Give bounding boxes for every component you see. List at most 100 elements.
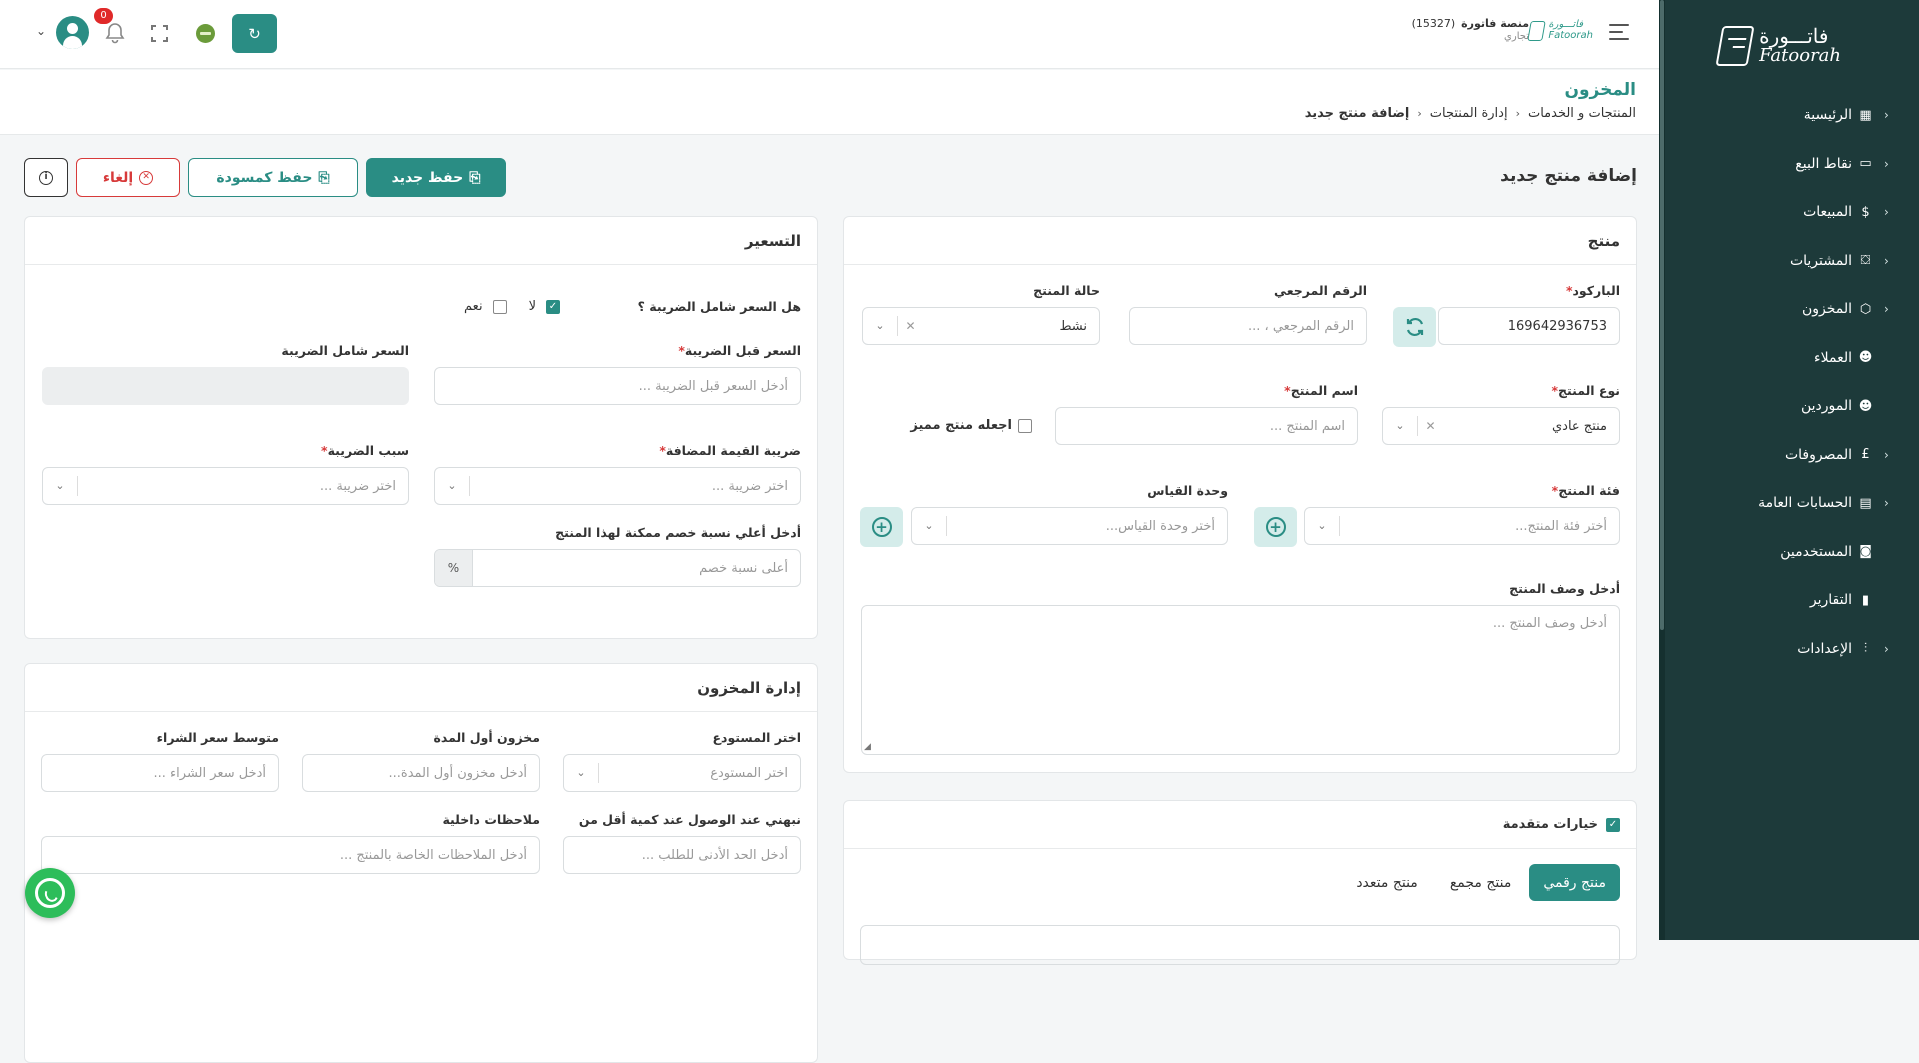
chevron-down-icon[interactable]: ⌄ xyxy=(43,476,77,496)
scrollbar-thumb[interactable] xyxy=(1660,0,1664,630)
save-new-button[interactable]: ⎘ حفظ جديد xyxy=(366,158,506,197)
barcode-input[interactable]: 169642936753 xyxy=(1438,307,1620,345)
plus-circle-icon: + xyxy=(1265,517,1286,537)
clear-icon[interactable]: ✕ xyxy=(897,316,923,336)
clear-icon[interactable]: ✕ xyxy=(1417,416,1443,436)
category-placeholder: أختر فئة المنتج... xyxy=(1515,518,1607,534)
breadcrumb-manage-products[interactable]: إدارة المنتجات xyxy=(1430,106,1508,121)
resize-grip-icon[interactable]: ◢ xyxy=(864,742,871,752)
reference-input[interactable]: الرقم المرجعي ، ... xyxy=(1129,307,1367,345)
warehouse-select[interactable]: اختر المستودع ⌄ xyxy=(563,754,801,792)
add-unit-button[interactable]: + xyxy=(860,507,903,547)
grid-icon: ▦ xyxy=(1859,107,1872,123)
sidebar-item-7[interactable]: £ المصروفات ‹ xyxy=(1659,431,1919,480)
sidebar-item-1[interactable]: ▭ نقاط البيع ‹ xyxy=(1659,140,1919,189)
chevron-down-icon[interactable]: ⌄ xyxy=(1305,516,1339,536)
max-discount-input[interactable]: أعلى نسبة خصم % xyxy=(434,549,801,587)
chevron-down-icon[interactable]: ⌄ xyxy=(435,476,469,496)
product-type-select[interactable]: منتج عادي ✕ ⌄ xyxy=(1382,407,1620,445)
status-select[interactable]: نشط ✕ ⌄ xyxy=(862,307,1100,345)
menu-toggle-icon[interactable] xyxy=(1609,24,1629,40)
product-name-input[interactable]: اسم المنتج ... xyxy=(1055,407,1358,445)
tax-reason-placeholder: اختر ضريبة ... xyxy=(319,478,396,494)
product-card-title: منتج xyxy=(844,217,1636,265)
add-category-button[interactable]: + xyxy=(1254,507,1297,547)
unit-select[interactable]: أختر وحدة القياس... ⌄ xyxy=(911,507,1228,545)
company-info[interactable]: منصة فاتورة (15327) تجاري xyxy=(1412,17,1529,43)
breadcrumb-current: إضافة منتج جديد xyxy=(1304,106,1410,121)
avg-purchase-price-input[interactable]: أدخل سعر الشراء ... xyxy=(41,754,279,792)
sidebar-item-4[interactable]: ⬡ المخزون ‹ xyxy=(1659,285,1919,334)
tab-digital-product[interactable]: منتج رقمي xyxy=(1529,864,1620,901)
sidebar-item-9[interactable]: ◙ المستخدمين xyxy=(1659,528,1919,577)
breadcrumb: المنتجات و الخدمات ‹ إدارة المنتجات ‹ إض… xyxy=(1305,106,1636,121)
fatoorah-logo-icon xyxy=(1715,26,1755,66)
close-circle-icon: ✕ xyxy=(139,170,154,185)
save-draft-button[interactable]: ⎘ حفظ كمسودة xyxy=(188,158,358,197)
sidebar-logo[interactable]: فاتـــورة Fatoorah xyxy=(1715,26,1841,66)
opening-stock-input[interactable]: أدخل مخزون أول المدة... xyxy=(302,754,540,792)
basket-icon: ⛋ xyxy=(1860,253,1871,269)
category-select[interactable]: أختر فئة المنتج... ⌄ xyxy=(1304,507,1620,545)
low-stock-alert-input[interactable]: أدخل الحد الأدنى للطلب ... xyxy=(563,836,801,874)
chevron-down-icon[interactable]: ⌄ xyxy=(912,516,946,536)
bell-icon[interactable] xyxy=(105,22,125,44)
generate-barcode-button[interactable] xyxy=(1393,307,1436,347)
product-type-label: نوع المنتج xyxy=(1558,383,1620,398)
sidebar-item-label: المستخدمين xyxy=(1780,543,1852,560)
notification-badge: 0 xyxy=(94,8,113,24)
sidebar-nav: ▦ الرئيسية ‹ ▭ نقاط البيع ‹ $ المبيعات ‹ ⛋ المشتري… xyxy=(1659,91,1919,673)
featured-checkbox-row[interactable]: اجعله منتج مميز xyxy=(910,418,1032,433)
sidebar-item-10[interactable]: ▮ التقارير xyxy=(1659,576,1919,625)
refresh-icon xyxy=(1406,317,1423,337)
no-checkbox[interactable]: ✓ xyxy=(546,299,560,314)
chevron-down-icon[interactable]: ⌄ xyxy=(564,763,598,783)
sidebar-scrollbar[interactable] xyxy=(1659,0,1665,940)
saudi-flag-icon[interactable] xyxy=(196,24,215,43)
tax-inclusive-no[interactable]: ✓ لا xyxy=(529,299,560,314)
advanced-options-header[interactable]: ✓ خيارات متقدمة xyxy=(844,801,1636,849)
description-textarea[interactable]: أدخل وصف المنتج ... ◢ xyxy=(861,605,1620,755)
chevron-left-icon: ‹ xyxy=(1884,641,1889,656)
chevron-down-icon[interactable]: ⌄ xyxy=(36,24,46,38)
advanced-options-checkbox[interactable]: ✓ xyxy=(1606,817,1620,832)
unit-label: وحدة القياس xyxy=(1147,483,1228,498)
sidebar-item-3[interactable]: ⛋ المشتريات ‹ xyxy=(1659,237,1919,286)
tab-variant-product[interactable]: منتج متعدد xyxy=(1342,864,1432,901)
sidebar-item-8[interactable]: ▤ الحسابات العامة ‹ xyxy=(1659,479,1919,528)
sidebar-item-5[interactable]: ☻ العملاء xyxy=(1659,334,1919,383)
tax-reason-select[interactable]: اختر ضريبة ... ⌄ xyxy=(42,467,409,505)
sidebar-item-label: المصروفات xyxy=(1784,446,1852,463)
yes-checkbox[interactable] xyxy=(492,299,507,314)
internal-notes-field: ملاحظات داخلية أدخل الملاحظات الخاصة بال… xyxy=(41,812,540,874)
cancel-button[interactable]: ✕ إلغاء xyxy=(76,158,180,197)
tax-inclusive-yes[interactable]: نعم xyxy=(464,299,507,314)
refresh-button[interactable]: ↻ xyxy=(232,14,277,53)
low-stock-alert-label: نبهني عند الوصول عند كمية أقل من xyxy=(578,812,801,827)
sidebar-item-0[interactable]: ▦ الرئيسية ‹ xyxy=(1659,91,1919,140)
refresh-icon: ↻ xyxy=(248,24,261,43)
price-before-tax-field: السعر قبل الضريبة* أدخل السعر قبل الضريب… xyxy=(434,343,801,405)
breadcrumb-chevron-icon: ‹ xyxy=(1515,107,1520,120)
price-before-tax-input[interactable]: أدخل السعر قبل الضريبة ... xyxy=(434,367,801,405)
tab-bundle-product[interactable]: منتج مجمع xyxy=(1436,864,1526,901)
sidebar-item-11[interactable]: ⫶ الإعدادات ‹ xyxy=(1659,625,1919,674)
sliders-icon: ⫶ xyxy=(1863,641,1868,657)
advanced-input-partial[interactable] xyxy=(860,925,1620,965)
fullscreen-icon[interactable] xyxy=(151,25,168,42)
avatar[interactable] xyxy=(56,16,89,49)
chevron-down-icon[interactable]: ⌄ xyxy=(1383,416,1417,436)
sidebar-item-2[interactable]: $ المبيعات ‹ xyxy=(1659,188,1919,237)
breadcrumb-products-services[interactable]: المنتجات و الخدمات xyxy=(1528,106,1636,121)
vat-select[interactable]: اختر ضريبة ... ⌄ xyxy=(434,467,801,505)
featured-checkbox[interactable] xyxy=(1018,418,1032,433)
internal-notes-input[interactable]: أدخل الملاحظات الخاصة بالمنتج ... xyxy=(41,836,540,874)
chevron-left-icon: ‹ xyxy=(1884,253,1889,268)
status-field: حالة المنتج نشط ✕ ⌄ xyxy=(862,283,1100,345)
category-field: فئة المنتج* أختر فئة المنتج... ⌄ xyxy=(1304,483,1620,545)
info-button[interactable]: i xyxy=(24,158,68,197)
whatsapp-button[interactable] xyxy=(25,868,75,918)
sidebar-item-6[interactable]: ☻ الموردين xyxy=(1659,382,1919,431)
product-type-value: منتج عادي xyxy=(1551,418,1607,434)
chevron-down-icon[interactable]: ⌄ xyxy=(863,316,897,336)
